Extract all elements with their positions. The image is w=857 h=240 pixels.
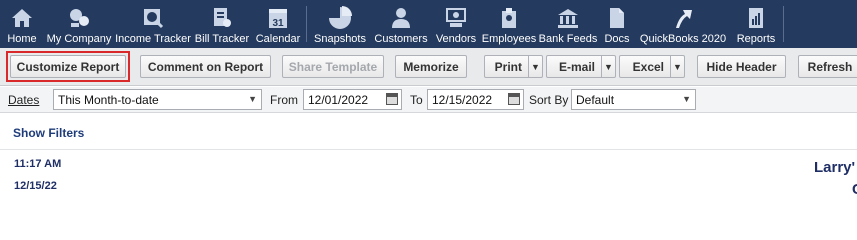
company-name: Larry' [814,159,856,176]
nav-quickbooks-2020[interactable]: QuickBooks 2020 [635,0,731,48]
customize-report-highlight [6,51,130,82]
refresh-button[interactable]: Refresh [798,55,857,78]
dates-select[interactable]: This Month-to-date ▼ [53,89,262,110]
nav-snapshots[interactable]: Snapshots [309,0,371,48]
snapshots-icon [329,6,352,29]
nav-docs[interactable]: Docs [599,0,635,48]
nav-vendors[interactable]: Vendors [431,0,481,48]
nav-bill-tracker[interactable]: Bill Tracker [192,0,252,48]
chevron-down-icon: ▼ [682,94,691,104]
nav-my-company[interactable]: My Company [44,0,114,48]
report-time: 11:17 AM [14,158,62,170]
nav-income-tracker[interactable]: Income Tracker [114,0,192,48]
home-icon [12,9,32,27]
nav-home[interactable]: Home [0,0,44,48]
vendors-icon [446,8,466,27]
income-tracker-icon [144,9,164,29]
calendar-picker-icon[interactable] [508,93,520,105]
print-dropdown-icon[interactable]: ▼ [528,56,542,77]
from-date-field[interactable]: 12/01/2022 [303,89,402,110]
nav-calendar[interactable]: 31 Calendar [252,0,304,48]
quickbooks-icon [676,10,692,28]
to-date-field[interactable]: 12/15/2022 [427,89,524,110]
sortby-label: Sort By [529,93,569,107]
chevron-down-icon: ▼ [248,94,257,104]
memorize-button[interactable]: Memorize [395,55,467,78]
nav-divider [306,6,307,42]
to-label: To [410,93,423,107]
nav-bank-feeds[interactable]: Bank Feeds [537,0,599,48]
show-filters-row: Show Filters [0,114,857,150]
my-company-icon [70,9,89,27]
nav-customers[interactable]: Customers [371,0,431,48]
dates-label: Dates [8,93,40,107]
nav-divider-right [783,6,784,42]
customers-icon [392,8,410,28]
comment-on-report-button[interactable]: Comment on Report [140,55,271,78]
reports-icon [749,8,763,28]
share-template-button[interactable]: Share Template [282,55,384,78]
sortby-select[interactable]: Default ▼ [571,89,696,110]
employees-icon [502,8,516,28]
print-button[interactable]: Print ▼ [484,55,543,78]
date-filter-bar: Dates This Month-to-date ▼ From 12/01/202… [0,87,857,113]
nav-reports[interactable]: Reports [731,0,781,48]
docs-icon [610,8,624,28]
top-icon-bar: Home My Company Income Tracker Bill Trac… [0,0,857,48]
report-date: 12/15/22 [14,180,57,192]
excel-button[interactable]: Excel ▼ [619,55,685,78]
calendar-icon: 31 [269,8,287,29]
calendar-picker-icon[interactable] [386,93,398,105]
email-dropdown-icon[interactable]: ▼ [601,56,615,77]
email-button[interactable]: E-mail ▼ [546,55,616,78]
report-header: 11:17 AM 12/15/22 Larry' C [0,151,857,208]
bank-feeds-icon [558,9,578,28]
report-subtitle: C [852,181,857,198]
excel-dropdown-icon[interactable]: ▼ [670,56,684,77]
hide-header-button[interactable]: Hide Header [697,55,786,78]
from-label: From [270,93,298,107]
bill-tracker-icon [214,8,231,27]
nav-employees[interactable]: Employees [481,0,537,48]
show-filters-link[interactable]: Show Filters [13,126,84,140]
